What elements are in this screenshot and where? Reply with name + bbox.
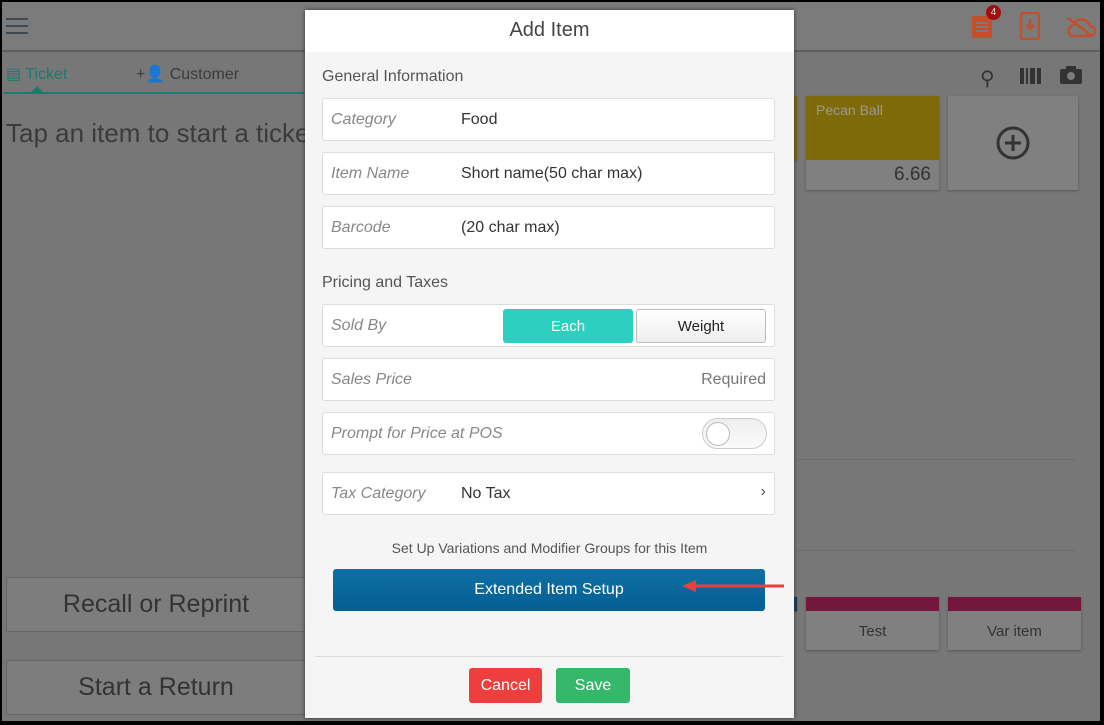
start-return-button[interactable]: Start a Return: [6, 660, 306, 715]
recall-reprint-button[interactable]: Recall or Reprint: [6, 577, 306, 632]
download-device-icon[interactable]: [1020, 12, 1040, 40]
field-placeholder: (20 char max): [461, 219, 560, 236]
prompt-price-field: Prompt for Price at POS: [322, 412, 775, 455]
item-name-field[interactable]: Item Name Short name(50 char max): [322, 152, 775, 195]
general-section-heading: General Information: [322, 68, 464, 85]
add-item-dialog: Add Item General Information Category Fo…: [305, 10, 794, 718]
sales-price-field[interactable]: Sales Price Required: [322, 358, 775, 401]
category-field[interactable]: Category Food: [322, 98, 775, 141]
partial-tile: [794, 96, 797, 160]
prompt-price-toggle[interactable]: [702, 418, 767, 449]
divider: [796, 459, 1076, 460]
cloud-off-icon[interactable]: [1064, 16, 1096, 38]
tile-name: Test: [858, 623, 887, 640]
tax-category-field[interactable]: Tax Category No Tax ›: [322, 472, 775, 515]
partial-tile: [794, 597, 797, 611]
sold-by-each-button[interactable]: Each: [503, 309, 633, 343]
field-label: Sold By: [331, 317, 387, 334]
ticket-icon: ▤: [6, 66, 22, 83]
plus-circle-icon: [996, 126, 1030, 160]
notification-badge: 4: [986, 5, 1001, 20]
divider: [315, 656, 783, 657]
item-tile-var-item[interactable]: Var item: [948, 597, 1081, 650]
sold-by-field: Sold By Each Weight: [322, 304, 775, 347]
search-icon[interactable]: ⚲: [980, 66, 995, 91]
tile-name: Pecan Ball: [806, 96, 939, 160]
barcode-field[interactable]: Barcode (20 char max): [322, 206, 775, 249]
tile-color-bar: [948, 597, 1081, 611]
field-label: Barcode: [331, 219, 391, 236]
barcode-icon[interactable]: [1020, 68, 1042, 84]
camera-icon[interactable]: [1060, 66, 1082, 84]
add-item-tile[interactable]: [948, 96, 1078, 190]
cancel-button[interactable]: Cancel: [469, 668, 542, 703]
field-placeholder: Required: [701, 371, 766, 388]
tile-color-bar: [806, 597, 939, 611]
item-tile-pecan-ball[interactable]: Pecan Ball 6.66: [806, 96, 939, 190]
extended-setup-hint: Set Up Variations and Modifier Groups fo…: [391, 540, 708, 556]
field-label: Item Name: [331, 165, 410, 182]
field-value: Food: [461, 111, 498, 128]
tab-customer[interactable]: +👤 Customer: [136, 64, 239, 84]
active-tab-indicator: [30, 86, 44, 93]
field-placeholder: Short name(50 char max): [461, 165, 643, 182]
field-value: No Tax: [461, 485, 511, 502]
arrow-annotation-icon: [682, 580, 784, 592]
pricing-section-heading: Pricing and Taxes: [322, 274, 448, 291]
tab-ticket[interactable]: ▤ Ticket: [6, 64, 67, 84]
empty-ticket-message: Tap an item to start a ticket: [6, 118, 317, 148]
tab-bar: ▤ Ticket +👤 Customer: [4, 60, 304, 94]
toggle-knob: [706, 422, 730, 446]
tile-name: Var item: [987, 623, 1042, 640]
divider: [796, 550, 1076, 551]
save-button[interactable]: Save: [556, 668, 630, 703]
field-label: Tax Category: [331, 485, 426, 502]
field-label: Category: [331, 111, 396, 128]
field-label: Sales Price: [331, 371, 412, 388]
field-label: Prompt for Price at POS: [331, 425, 503, 442]
item-tile-test[interactable]: Test: [806, 597, 939, 650]
sold-by-weight-button[interactable]: Weight: [636, 309, 766, 343]
dialog-title: Add Item: [305, 10, 794, 52]
hamburger-icon[interactable]: [6, 18, 28, 36]
add-person-icon: +👤: [136, 66, 166, 83]
tile-price: 6.66: [894, 164, 931, 185]
chevron-right-icon: ›: [760, 483, 766, 500]
